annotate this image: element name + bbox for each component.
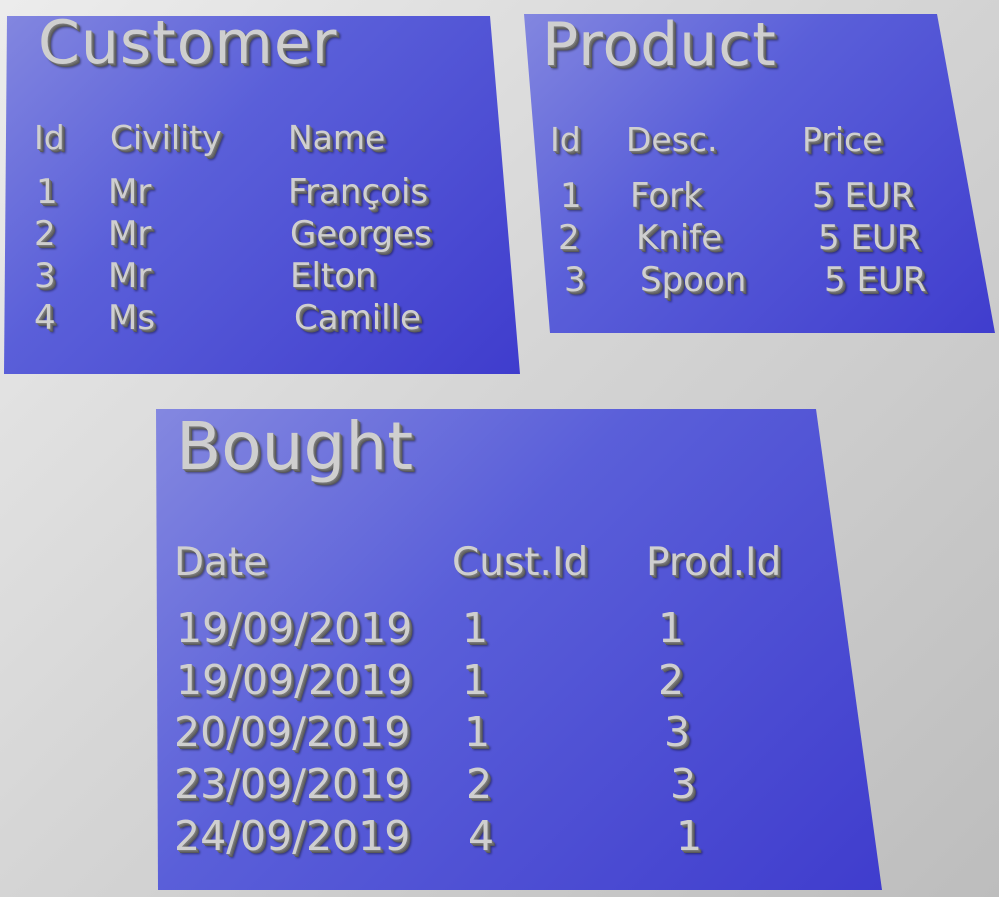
- customer-cell: Ms: [108, 298, 156, 338]
- bought-header-cust-id: Cust.Id: [452, 540, 589, 585]
- customer-cell: Mr: [108, 256, 152, 296]
- customer-cell: 3: [34, 256, 56, 296]
- bought-cell: 1: [462, 656, 489, 704]
- bought-cell: 3: [670, 760, 697, 808]
- product-cell: 5 EUR: [812, 176, 915, 216]
- bought-cell: 23/09/2019: [174, 760, 411, 808]
- product-cell: 1: [560, 176, 582, 216]
- product-cell: 5 EUR: [824, 260, 927, 300]
- product-cell: Fork: [630, 176, 703, 216]
- bought-cell: 19/09/2019: [176, 656, 413, 704]
- bought-cell: 19/09/2019: [176, 604, 413, 652]
- bought-cell: 2: [466, 760, 493, 808]
- product-header-price: Price: [802, 120, 883, 159]
- product-cell: 5 EUR: [818, 218, 921, 258]
- bought-cell: 1: [462, 604, 489, 652]
- bought-header-date: Date: [174, 540, 268, 585]
- bought-cell: 1: [676, 812, 703, 860]
- customer-cell: Mr: [108, 214, 152, 254]
- product-cell: Spoon: [640, 260, 747, 300]
- customer-title: Customer: [38, 8, 338, 78]
- product-cell: Knife: [636, 218, 723, 258]
- bought-cell: 1: [658, 604, 685, 652]
- bought-cell: 3: [664, 708, 691, 756]
- product-cell: 2: [558, 218, 580, 258]
- customer-cell: François: [288, 172, 429, 212]
- bought-cell: 1: [464, 708, 491, 756]
- customer-header-id: Id: [34, 118, 65, 157]
- customer-cell: Elton: [290, 256, 377, 296]
- customer-cell: Georges: [290, 214, 432, 254]
- customer-cell: Camille: [294, 298, 421, 338]
- customer-cell: 4: [34, 298, 56, 338]
- bought-cell: 4: [468, 812, 495, 860]
- bought-header-prod-id: Prod.Id: [646, 540, 782, 585]
- customer-cell: 2: [34, 214, 56, 254]
- customer-cell: Mr: [108, 172, 152, 212]
- customer-header-civility: Civility: [110, 118, 222, 157]
- product-cell: 3: [564, 260, 586, 300]
- product-header-desc: Desc.: [626, 120, 718, 159]
- bought-cell: 20/09/2019: [174, 708, 411, 756]
- bought-cell: 24/09/2019: [174, 812, 411, 860]
- product-title: Product: [542, 10, 777, 80]
- bought-cell: 2: [658, 656, 685, 704]
- customer-cell: 1: [36, 172, 58, 212]
- bought-title: Bought: [176, 408, 414, 485]
- customer-header-name: Name: [288, 118, 386, 157]
- product-header-id: Id: [550, 120, 581, 159]
